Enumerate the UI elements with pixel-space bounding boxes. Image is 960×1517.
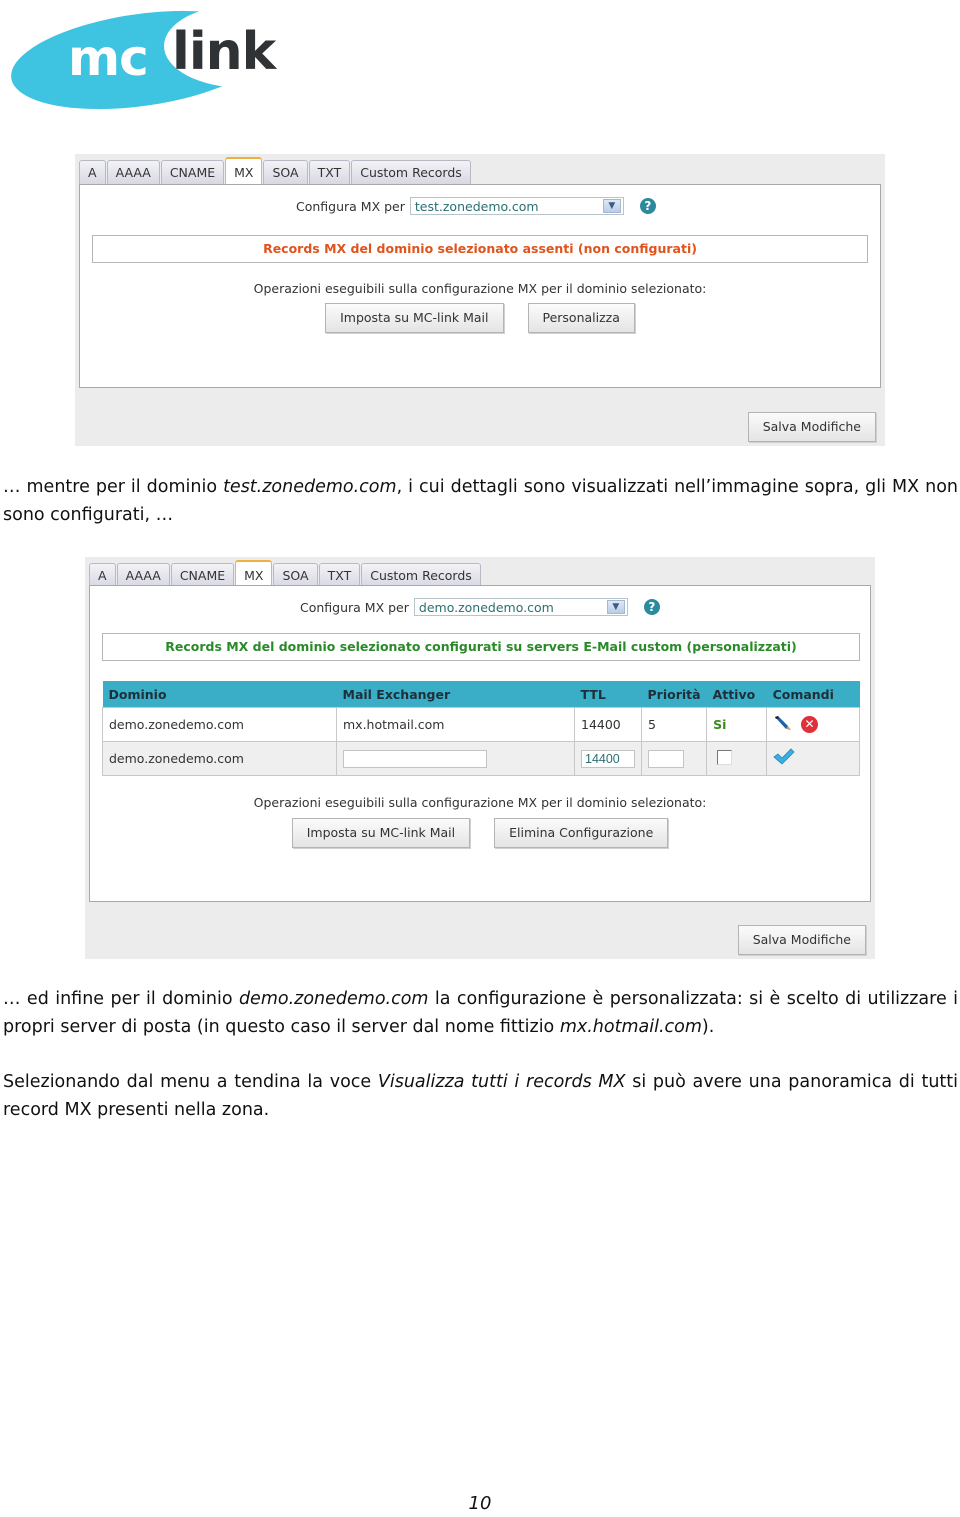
- domain-name-italic: demo.zonedemo.com: [238, 989, 429, 1009]
- save-changes-button[interactable]: Salva Modifiche: [737, 925, 866, 955]
- table-row: demo.zonedemo.com mx.hotmail.com 14400 5…: [102, 707, 860, 742]
- operations-label: Operazioni eseguibili sulla configurazio…: [253, 795, 707, 810]
- mclink-logo: mc link: [4, 0, 324, 124]
- set-mclink-mail-button[interactable]: Imposta su MC-link Mail: [325, 303, 504, 333]
- tab-cname[interactable]: CNAME: [170, 563, 235, 587]
- server-name-italic: mx.hotmail.com: [559, 1017, 702, 1037]
- tab-mx[interactable]: MX: [235, 560, 273, 588]
- operations-buttons: Imposta su MC-link Mail Elimina Configur…: [90, 818, 870, 848]
- customize-button[interactable]: Personalizza: [527, 303, 635, 333]
- col-ttl: TTL: [574, 681, 642, 708]
- tab-aaaa[interactable]: AAAA: [116, 563, 170, 587]
- mail-exchanger-input[interactable]: [343, 749, 487, 768]
- tab-cname[interactable]: CNAME: [160, 160, 225, 184]
- domain-select[interactable]: demo.zonedemo.com ▼: [413, 598, 628, 616]
- table-header-row: Dominio Mail Exchanger TTL Priorità Atti…: [102, 681, 860, 708]
- tab-aaaa[interactable]: AAAA: [106, 160, 160, 184]
- save-changes-button[interactable]: Salva Modifiche: [747, 412, 876, 442]
- col-attivo: Attivo: [706, 681, 767, 708]
- help-icon[interactable]: ?: [639, 198, 656, 214]
- domain-config-row: Configura MX per demo.zonedemo.com ▼ ?: [300, 598, 660, 616]
- config-label: Configura MX per: [300, 599, 409, 615]
- status-message: Records MX del dominio selezionato assen…: [92, 235, 868, 263]
- logo-text-link: link: [172, 22, 276, 82]
- tab-txt[interactable]: TXT: [318, 563, 361, 587]
- cell-ttl: 14400: [574, 707, 642, 742]
- active-status: Si: [713, 717, 727, 732]
- cell-dominio: demo.zonedemo.com: [102, 741, 337, 776]
- chevron-down-icon[interactable]: ▼: [606, 600, 625, 614]
- tab-content: Configura MX per demo.zonedemo.com ▼ ? R…: [89, 585, 871, 902]
- mx-records-table: Dominio Mail Exchanger TTL Priorità Atti…: [102, 681, 860, 776]
- active-checkbox[interactable]: [717, 749, 733, 765]
- tab-content: Configura MX per test.zonedemo.com ▼ ? R…: [79, 184, 881, 388]
- cell-priorita: 5: [640, 707, 708, 742]
- record-type-tabs: A AAAA CNAME MX SOA TXT Custom Records: [79, 157, 471, 185]
- paragraph-test-domain: … mentre per il dominio test.zonedemo.co…: [3, 473, 958, 529]
- text: ).: [701, 1017, 715, 1037]
- domain-config-row: Configura MX per test.zonedemo.com ▼ ?: [296, 197, 656, 215]
- domain-select-value: test.zonedemo.com: [414, 199, 539, 214]
- ttl-input[interactable]: [581, 749, 635, 768]
- edit-icon[interactable]: [773, 714, 793, 735]
- status-message: Records MX del dominio selezionato confi…: [102, 633, 860, 661]
- chevron-down-icon[interactable]: ▼: [602, 199, 621, 213]
- domain-select[interactable]: test.zonedemo.com ▼: [409, 197, 624, 215]
- tab-soa[interactable]: SOA: [263, 160, 308, 184]
- config-label: Configura MX per: [296, 198, 405, 214]
- help-icon[interactable]: ?: [643, 599, 660, 615]
- delete-configuration-button[interactable]: Elimina Configurazione: [494, 818, 669, 848]
- new-record-row: demo.zonedemo.com: [102, 741, 860, 776]
- col-dominio: Dominio: [102, 681, 337, 708]
- cell-priorita: [640, 741, 708, 776]
- paragraph-demo-domain: … ed infine per il dominio demo.zonedemo…: [3, 985, 958, 1041]
- logo-text-mc: mc: [68, 29, 149, 87]
- tab-custom-records[interactable]: Custom Records: [351, 160, 471, 184]
- operations-label: Operazioni eseguibili sulla configurazio…: [253, 281, 707, 296]
- delete-icon[interactable]: ✕: [801, 716, 819, 733]
- page-number: 10: [468, 1493, 492, 1514]
- cell-comandi: [766, 741, 860, 776]
- text: … ed infine per il dominio: [3, 989, 239, 1009]
- tab-a[interactable]: A: [79, 160, 106, 184]
- col-comandi: Comandi: [766, 681, 860, 708]
- confirm-check-icon[interactable]: [773, 748, 795, 769]
- menu-option-italic: Visualizza tutti i records MX: [377, 1072, 626, 1092]
- priority-input[interactable]: [648, 749, 684, 768]
- cell-attivo: [706, 741, 768, 776]
- text: Selezionando dal menu a tendina la voce: [3, 1072, 378, 1092]
- cell-dominio: demo.zonedemo.com: [102, 707, 337, 742]
- tab-a[interactable]: A: [89, 563, 116, 587]
- set-mclink-mail-button[interactable]: Imposta su MC-link Mail: [291, 818, 471, 848]
- cell-ttl: [574, 741, 642, 776]
- cell-mail-exchanger: mx.hotmail.com: [336, 707, 575, 742]
- text: … mentre per il dominio: [3, 477, 224, 497]
- tab-txt[interactable]: TXT: [308, 160, 351, 184]
- col-priorita: Priorità: [641, 681, 707, 708]
- cell-comandi: ✕: [766, 707, 860, 742]
- paragraph-view-all: Selezionando dal menu a tendina la voce …: [3, 1068, 958, 1124]
- operations-buttons: Imposta su MC-link Mail Personalizza: [80, 303, 880, 333]
- domain-select-value: demo.zonedemo.com: [418, 600, 554, 615]
- mx-config-panel-test: A AAAA CNAME MX SOA TXT Custom Records C…: [75, 154, 885, 446]
- tab-custom-records[interactable]: Custom Records: [361, 563, 481, 587]
- tab-mx[interactable]: MX: [225, 157, 263, 185]
- cell-attivo: Si: [706, 707, 768, 742]
- domain-name-italic: test.zonedemo.com: [223, 477, 397, 497]
- tab-soa[interactable]: SOA: [273, 563, 318, 587]
- cell-mail-exchanger: [336, 741, 575, 776]
- mx-config-panel-demo: A AAAA CNAME MX SOA TXT Custom Records C…: [85, 557, 875, 959]
- col-mail-exchanger: Mail Exchanger: [336, 681, 575, 708]
